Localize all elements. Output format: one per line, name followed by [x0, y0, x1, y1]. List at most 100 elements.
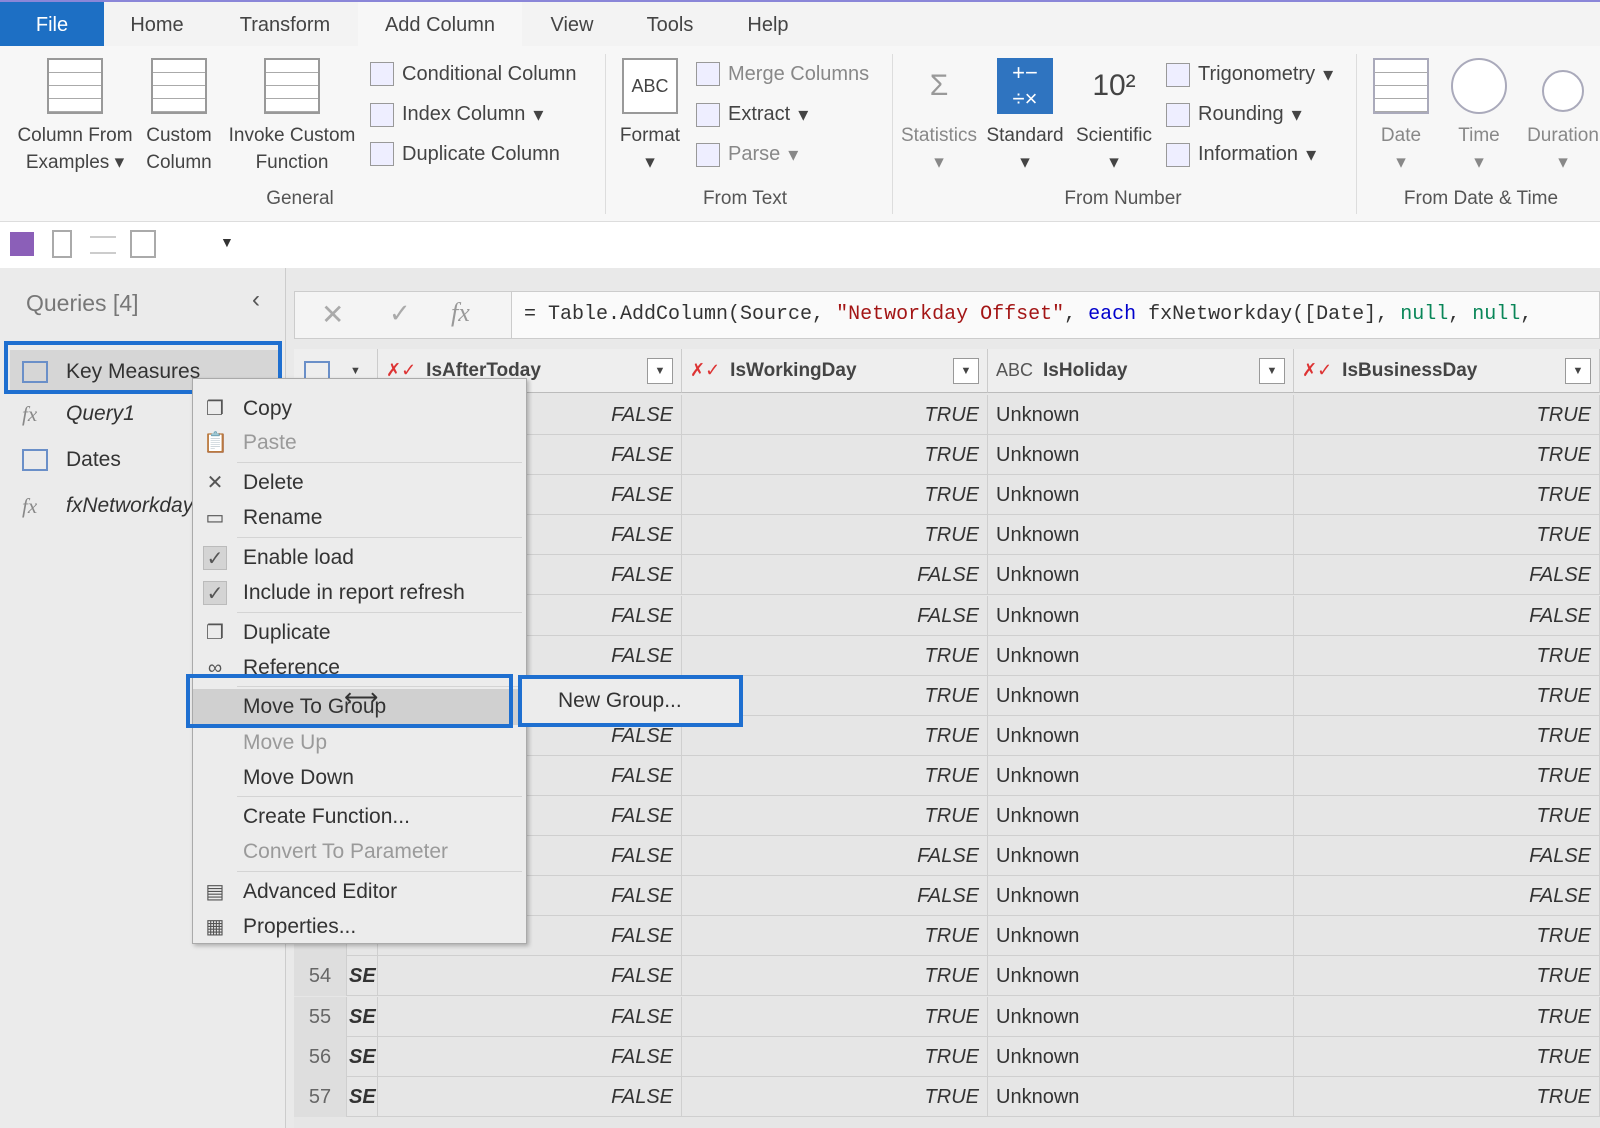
cell-h[interactable]: Unknown [988, 395, 1294, 435]
cell-b[interactable]: TRUE [1294, 475, 1600, 516]
cell-h[interactable]: Unknown [988, 956, 1294, 997]
cell-b[interactable]: TRUE [1294, 435, 1600, 476]
tab-transform[interactable]: Transform [226, 2, 344, 46]
time-button[interactable]: Time ▾ [1444, 58, 1514, 176]
cell-h[interactable]: Unknown [988, 1036, 1294, 1077]
duplicate-column-button[interactable]: Duplicate Column [370, 142, 560, 166]
cell-w[interactable]: TRUE [682, 1076, 988, 1117]
information-button[interactable]: Information ▾ [1166, 142, 1316, 167]
cell-n[interactable]: 54 [294, 956, 347, 997]
new-document-icon[interactable] [52, 230, 72, 258]
cell-b[interactable]: TRUE [1294, 796, 1600, 836]
column-header-isholiday[interactable]: ABC IsHoliday ▼ [988, 349, 1294, 393]
scientific-button[interactable]: 10² Scientific ▾ [1070, 58, 1158, 176]
cell-w[interactable]: TRUE [682, 755, 988, 796]
formula-input[interactable]: = Table.AddColumn(Source, "Networkday Of… [511, 292, 1599, 338]
cell-a[interactable]: FALSE [378, 1076, 682, 1117]
cell-h[interactable]: Unknown [988, 836, 1294, 877]
cell-h[interactable]: Unknown [988, 1076, 1294, 1117]
parse-button[interactable]: Parse ▾ [696, 142, 798, 167]
column-from-examples-button[interactable]: Column From Examples ▾ [10, 58, 140, 176]
cell-w[interactable]: FALSE [682, 836, 988, 877]
menu-item-advanced-editor[interactable]: ▤ Advanced Editor [193, 874, 526, 910]
menu-item-copy[interactable]: ❐ Copy [193, 391, 526, 427]
save-icon[interactable] [10, 232, 34, 256]
menu-item-convert-to-parameter[interactable]: Convert To Parameter [193, 834, 526, 870]
cell-c[interactable]: SE [347, 1076, 378, 1117]
filter-dropdown-icon[interactable]: ▼ [953, 358, 979, 384]
duration-button[interactable]: Duration ▾ [1520, 58, 1600, 176]
cell-b[interactable]: TRUE [1294, 956, 1600, 997]
cell-w[interactable]: TRUE [682, 956, 988, 997]
menu-item-create-function[interactable]: Create Function... [193, 799, 526, 835]
cell-w[interactable]: TRUE [682, 1036, 988, 1077]
trigonometry-button[interactable]: Trigonometry ▾ [1166, 62, 1333, 87]
cell-w[interactable]: FALSE [682, 595, 988, 636]
cell-b[interactable]: TRUE [1294, 715, 1600, 756]
cell-a[interactable]: FALSE [378, 1036, 682, 1077]
submenu-new-group[interactable]: New Group... [518, 675, 743, 727]
menu-item-properties[interactable]: ▦ Properties... [193, 909, 526, 945]
tab-help[interactable]: Help [736, 2, 800, 46]
cell-h[interactable]: Unknown [988, 635, 1294, 676]
cell-h[interactable]: Unknown [988, 796, 1294, 836]
fx-icon[interactable]: fx [451, 298, 470, 328]
tab-home[interactable]: Home [112, 2, 202, 46]
collapse-pane-icon[interactable]: ‹ [252, 286, 260, 314]
cell-h[interactable]: Unknown [988, 515, 1294, 556]
cell-w[interactable]: TRUE [682, 796, 988, 836]
cell-h[interactable]: Unknown [988, 675, 1294, 716]
menu-item-move-down[interactable]: Move Down [193, 760, 526, 796]
cell-w[interactable]: TRUE [682, 635, 988, 676]
cell-b[interactable]: FALSE [1294, 836, 1600, 877]
menu-item-delete[interactable]: ✕ Delete [193, 465, 526, 501]
date-button[interactable]: Date ▾ [1366, 58, 1436, 176]
cell-c[interactable]: SE [347, 996, 378, 1037]
cell-w[interactable]: TRUE [682, 395, 988, 435]
cell-w[interactable]: TRUE [682, 435, 988, 476]
cell-n[interactable]: 56 [294, 1036, 347, 1077]
cell-b[interactable]: TRUE [1294, 395, 1600, 435]
invoke-custom-function-button[interactable]: Invoke Custom Function [222, 58, 362, 176]
format-button[interactable]: ABC Format ▾ [612, 58, 688, 176]
query-item-dates[interactable]: Dates [22, 440, 121, 480]
index-column-button[interactable]: Index Column ▾ [370, 102, 543, 127]
tab-view[interactable]: View [540, 2, 604, 46]
cell-n[interactable]: 55 [294, 996, 347, 1037]
table-icon[interactable] [130, 230, 156, 258]
menu-item-move-up[interactable]: Move Up [193, 725, 526, 761]
cell-w[interactable]: FALSE [682, 555, 988, 596]
cell-b[interactable]: TRUE [1294, 1036, 1600, 1077]
cell-c[interactable]: SE [347, 1036, 378, 1077]
cell-h[interactable]: Unknown [988, 595, 1294, 636]
column-header-isbusinessday[interactable]: ✗✓ IsBusinessDay ▼ [1294, 349, 1600, 393]
cell-h[interactable]: Unknown [988, 475, 1294, 516]
menu-item-rename[interactable]: ▭ Rename [193, 500, 526, 536]
cell-b[interactable]: FALSE [1294, 555, 1600, 596]
cell-b[interactable]: TRUE [1294, 1076, 1600, 1117]
extract-button[interactable]: Extract ▾ [696, 102, 808, 127]
cell-b[interactable]: TRUE [1294, 635, 1600, 676]
rounding-button[interactable]: Rounding ▾ [1166, 102, 1302, 127]
cell-a[interactable]: FALSE [378, 996, 682, 1037]
filter-dropdown-icon[interactable]: ▼ [1259, 358, 1285, 384]
cell-n[interactable]: 57 [294, 1076, 347, 1117]
cell-w[interactable]: FALSE [682, 876, 988, 917]
tab-file[interactable]: File [0, 2, 104, 46]
cell-w[interactable]: TRUE [682, 475, 988, 516]
statistics-button[interactable]: Σ Statistics ▾ [898, 58, 980, 176]
customize-dropdown-icon[interactable]: ▼ [220, 234, 234, 250]
cell-h[interactable]: Unknown [988, 755, 1294, 796]
tab-add-column[interactable]: Add Column [358, 2, 522, 46]
cell-h[interactable]: Unknown [988, 916, 1294, 957]
cell-w[interactable]: TRUE [682, 916, 988, 957]
menu-item-duplicate[interactable]: ❐ Duplicate [193, 615, 526, 651]
cell-b[interactable]: FALSE [1294, 595, 1600, 636]
query-item-fxnetworkday[interactable]: fx fxNetworkday [22, 486, 193, 526]
cell-c[interactable]: SE [347, 956, 378, 997]
cell-b[interactable]: TRUE [1294, 755, 1600, 796]
cell-b[interactable]: FALSE [1294, 876, 1600, 917]
cell-a[interactable]: FALSE [378, 956, 682, 997]
filter-dropdown-icon[interactable]: ▼ [1565, 358, 1591, 384]
cell-h[interactable]: Unknown [988, 996, 1294, 1037]
